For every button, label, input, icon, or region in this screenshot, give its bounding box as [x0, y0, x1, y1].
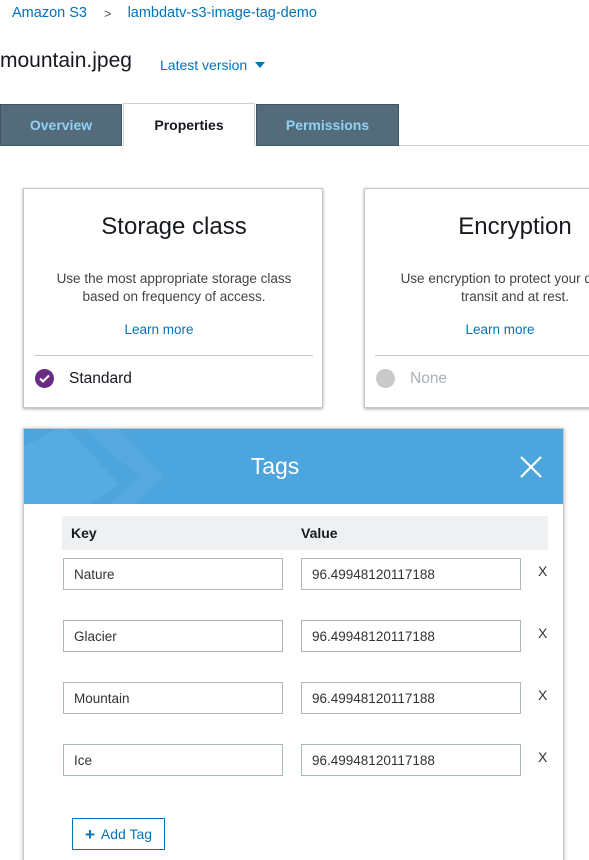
storage-class-title: Storage class	[101, 213, 247, 240]
tags-table-header: Key Value	[62, 516, 548, 550]
tag-key-input[interactable]	[63, 682, 283, 714]
tab-properties[interactable]: Properties	[123, 103, 255, 146]
tag-row: X	[63, 620, 563, 652]
tag-value-input[interactable]	[301, 620, 521, 652]
card-divider	[34, 355, 313, 356]
card-divider	[375, 355, 589, 356]
object-title: mountain.jpeg	[0, 49, 132, 72]
add-tag-button[interactable]: + Add Tag	[72, 818, 165, 850]
s3-object-page: Amazon S3 > lambdatv-s3-image-tag-demo m…	[0, 0, 589, 860]
storage-class-card[interactable]: Storage class Use the most appropriate s…	[23, 188, 323, 408]
caret-down-icon	[255, 62, 266, 68]
tag-value-input[interactable]	[301, 682, 521, 714]
breadcrumb-amazon-s3[interactable]: Amazon S3	[12, 5, 87, 21]
tab-overview[interactable]: Overview	[0, 104, 122, 146]
tag-row: X	[63, 744, 563, 776]
check-icon	[35, 369, 54, 388]
breadcrumb-bucket[interactable]: lambdatv-s3-image-tag-demo	[128, 5, 317, 21]
remove-tag-button[interactable]: X	[538, 749, 547, 765]
storage-class-learn-more-link[interactable]: Learn more	[24, 322, 294, 337]
storage-class-value: Standard	[69, 369, 132, 387]
encryption-learn-more-link[interactable]: Learn more	[365, 322, 589, 337]
tab-permissions[interactable]: Permissions	[256, 104, 399, 146]
encryption-value: None	[410, 369, 448, 387]
tag-value-input[interactable]	[301, 744, 521, 776]
encryption-option[interactable]: None	[376, 369, 447, 388]
tags-modal-header: Tags	[24, 429, 563, 504]
tag-key-input[interactable]	[63, 558, 283, 590]
plus-icon: +	[84, 824, 95, 844]
remove-tag-button[interactable]: X	[538, 563, 547, 579]
value-column-header: Value	[301, 525, 338, 541]
tag-key-input[interactable]	[63, 620, 283, 652]
version-dropdown-label: Latest version	[160, 57, 248, 73]
tag-row: X	[63, 682, 563, 714]
encryption-title: Encryption	[458, 213, 572, 240]
version-dropdown[interactable]: Latest version	[160, 57, 266, 73]
tag-key-input[interactable]	[63, 744, 283, 776]
storage-class-description: Use the most appropriate storage class b…	[56, 271, 292, 304]
tags-modal-title: Tags	[250, 453, 300, 479]
key-column-header: Key	[71, 525, 97, 541]
breadcrumb: Amazon S3 > lambdatv-s3-image-tag-demo	[12, 5, 317, 21]
chevron-right-icon: >	[103, 5, 112, 21]
tag-row: X	[63, 558, 563, 590]
encryption-description: Use encryption to protect your data in-t…	[400, 271, 589, 304]
tag-value-input[interactable]	[301, 558, 521, 590]
remove-tag-button[interactable]: X	[538, 625, 547, 641]
encryption-card[interactable]: Encryption Use encryption to protect you…	[364, 188, 589, 408]
radio-unchecked-icon	[376, 369, 395, 388]
storage-class-option[interactable]: Standard	[35, 369, 132, 388]
tags-modal: Tags Key Value X X X X	[23, 428, 564, 860]
close-icon[interactable]	[518, 454, 544, 480]
remove-tag-button[interactable]: X	[538, 687, 547, 703]
add-tag-label: Add Tag	[100, 826, 153, 842]
